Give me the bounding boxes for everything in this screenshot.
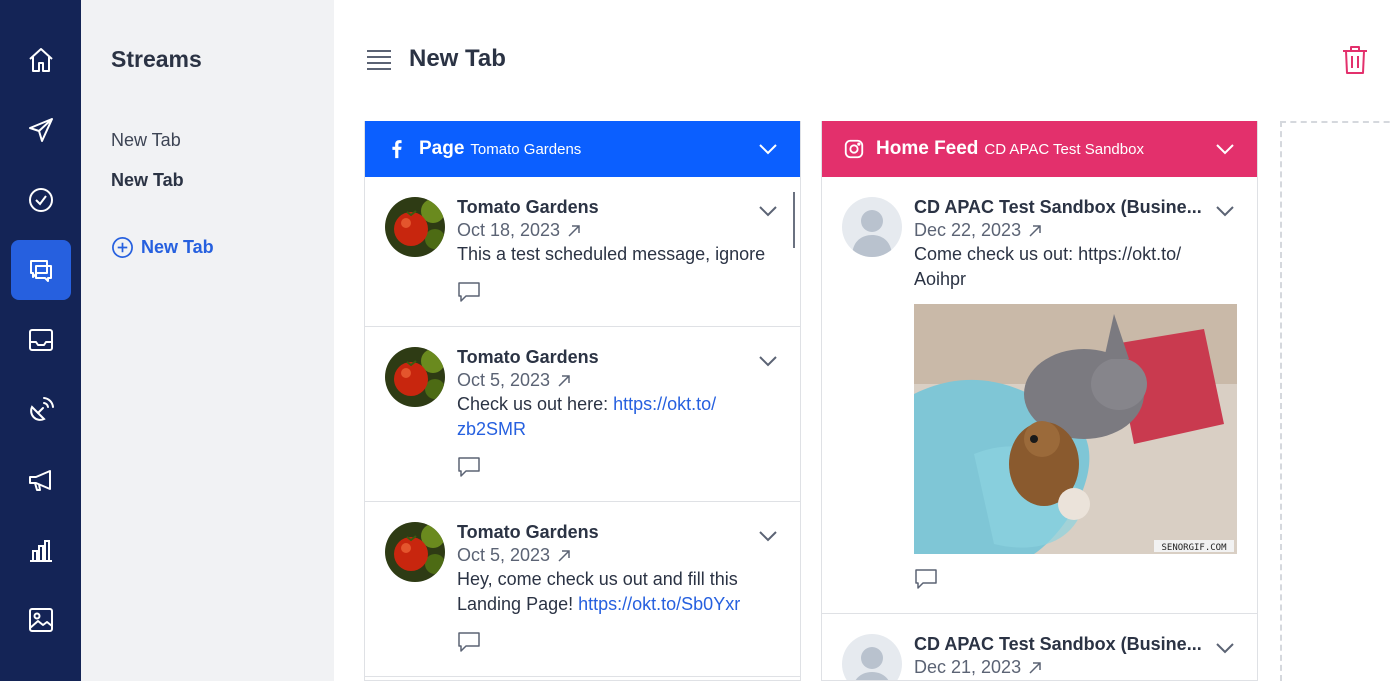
external-link-icon [1029, 661, 1041, 674]
external-link-icon [568, 224, 580, 237]
stream-type: Page [419, 138, 465, 159]
post-text: This a test scheduled message, ignore [457, 244, 766, 264]
comment-icon[interactable] [457, 631, 481, 653]
post-author[interactable]: CD APAC Test Sandbox (Busine... [914, 197, 1204, 218]
post-item: CD APAC Test Sandbox (Busine... Dec 22, … [822, 177, 1257, 614]
add-tab-label: New Tab [141, 237, 214, 257]
external-link-icon [558, 549, 570, 562]
analytics-icon [30, 540, 52, 562]
avatar[interactable] [385, 522, 445, 582]
add-tab-button[interactable]: New Tab [111, 236, 214, 259]
post-author[interactable]: CD APAC Test Sandbox (Busine... [914, 634, 1204, 655]
chevron-down-icon[interactable] [758, 526, 778, 546]
chevron-down-icon[interactable] [1215, 139, 1235, 159]
instagram-icon [842, 137, 866, 161]
post-date[interactable]: Dec 22, 2023 [914, 220, 1237, 241]
comment-icon[interactable] [914, 568, 938, 590]
nav-home[interactable] [11, 30, 71, 90]
post-author[interactable]: Tomato Gardens [457, 522, 747, 543]
stream-header[interactable]: Page Tomato Gardens [365, 121, 800, 177]
post-text-body: Check us out here: [457, 394, 614, 414]
chevron-down-icon[interactable] [1215, 638, 1235, 658]
avatar[interactable] [385, 347, 445, 407]
media-library-icon [29, 608, 53, 632]
post-item: CD APAC Test Sandbox (Busine... Dec 21, … [822, 614, 1257, 680]
post-date-text: Dec 21, 2023 [914, 657, 1022, 677]
inbox-icon [29, 329, 53, 351]
check-circle-icon [29, 188, 53, 212]
streams-title: Streams [111, 46, 202, 72]
streams-tab-item[interactable]: New Tab [111, 130, 181, 151]
menu-icon[interactable] [366, 49, 392, 71]
nav-advertise[interactable] [11, 450, 71, 510]
post-date[interactable]: Oct 5, 2023 [457, 370, 780, 391]
external-link-icon [1029, 224, 1041, 237]
post-media[interactable]: SENORGIF.COM [914, 304, 1237, 554]
stream-name: CD APAC Test Sandbox [984, 140, 1144, 158]
stream-header[interactable]: Home Feed CD APAC Test Sandbox [822, 121, 1257, 177]
page-title: New Tab [409, 45, 506, 72]
megaphone-icon [29, 470, 51, 491]
nav-streams[interactable] [11, 240, 71, 300]
post-item: Tomato Gardens Oct 5, 2023 Hey, come che… [365, 502, 800, 677]
post-date[interactable]: Oct 18, 2023 [457, 220, 780, 241]
chevron-down-icon[interactable] [758, 201, 778, 221]
stream-column-instagram: Home Feed CD APAC Test Sandbox CD APAC T… [821, 121, 1258, 681]
post-date-text: Oct 18, 2023 [457, 220, 561, 240]
chevron-down-icon[interactable] [758, 351, 778, 371]
scrollbar-thumb[interactable] [793, 192, 795, 248]
trash-icon[interactable] [1340, 44, 1370, 76]
nav-planner[interactable] [11, 170, 71, 230]
facebook-icon [385, 137, 409, 161]
chevron-down-icon[interactable] [758, 139, 778, 159]
post-link[interactable]: https://okt.to/Sb0Yxr [578, 594, 740, 614]
media-watermark: SENORGIF.COM [1161, 543, 1227, 553]
comment-icon[interactable] [457, 456, 481, 478]
streams-icon [30, 260, 52, 282]
cat-with-teddy-bear-gif: SENORGIF.COM [914, 304, 1237, 554]
post-author[interactable]: Tomato Gardens [457, 347, 747, 368]
chevron-down-icon[interactable] [1215, 201, 1235, 221]
stream-column-facebook: Page Tomato Gardens Tomato Gardens Oct 1… [364, 121, 801, 681]
nav-analytics[interactable] [11, 520, 71, 580]
add-stream-placeholder[interactable] [1280, 121, 1392, 681]
post-text: Hey, come check us out and fill this Lan… [457, 567, 780, 617]
external-link-icon [558, 374, 570, 387]
home-icon [29, 48, 53, 72]
nav-inbox[interactable] [11, 310, 71, 370]
post-date-text: Dec 22, 2023 [914, 220, 1022, 240]
post-item: Tomato Gardens Oct 5, 2023 Check us out … [365, 327, 800, 502]
avatar[interactable] [385, 197, 445, 257]
stream-type: Home Feed [876, 138, 979, 159]
post-text: Come check us out: https://okt.to/ Aoihp… [914, 244, 1182, 289]
avatar[interactable] [842, 634, 902, 680]
nav-media[interactable] [11, 590, 71, 650]
post-text: Check us out here: https://okt.to/ zb2SM… [457, 392, 780, 442]
post-author[interactable]: Tomato Gardens [457, 197, 747, 218]
send-icon [29, 118, 53, 142]
post-item: Tomato Gardens Oct 18, 2023 This a test … [365, 177, 800, 327]
post-date-text: Oct 5, 2023 [457, 545, 551, 565]
post-date[interactable]: Oct 5, 2023 [457, 545, 780, 566]
streams-tab-item-selected[interactable]: New Tab [111, 170, 184, 191]
nav-listening[interactable] [11, 380, 71, 440]
plus-circle-icon [112, 237, 133, 258]
post-date[interactable]: Dec 21, 2023 [914, 657, 1237, 678]
comment-icon[interactable] [457, 281, 481, 303]
post-date-text: Oct 5, 2023 [457, 370, 551, 390]
streams-panel: Streams New Tab New Tab New Tab [81, 0, 334, 681]
nav-rail [0, 0, 81, 681]
avatar[interactable] [842, 197, 902, 257]
nav-publish[interactable] [11, 100, 71, 160]
satellite-icon [30, 397, 54, 421]
stream-name: Tomato Gardens [470, 140, 582, 158]
